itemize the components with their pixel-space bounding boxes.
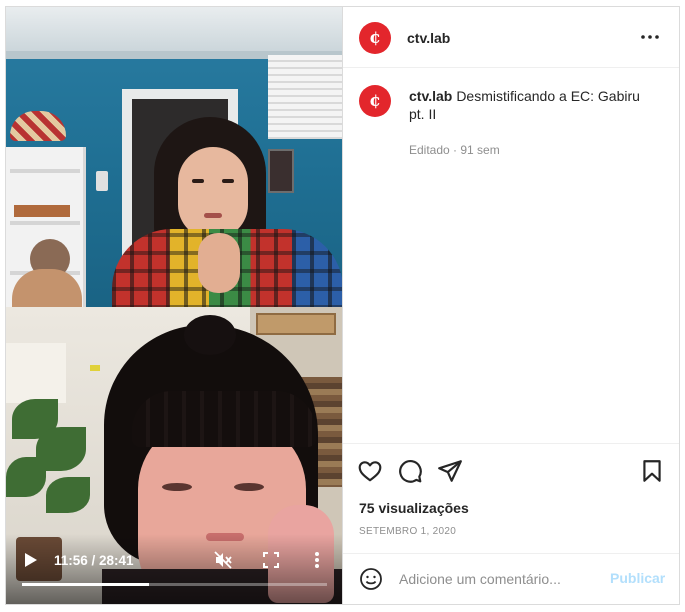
instagram-post: 11:56 / 28:41 ¢ ctv.lab ¢ ctv.lab Desmis… (5, 6, 680, 605)
comment-bar: Publicar (343, 553, 679, 604)
post-date: SETEMBRO 1, 2020 (359, 526, 457, 537)
caption-avatar-logo: ¢ (369, 90, 381, 111)
video-player[interactable]: 11:56 / 28:41 (6, 7, 343, 604)
caption-avatar[interactable]: ¢ (359, 85, 391, 117)
publish-button[interactable]: Publicar (610, 570, 665, 586)
video-time: 11:56 / 28:41 (54, 552, 134, 568)
header-username[interactable]: ctv.lab (407, 30, 450, 46)
heart-icon[interactable] (357, 458, 383, 484)
video-feed-top (6, 7, 342, 307)
comment-input[interactable] (399, 566, 599, 592)
more-horizontal-icon[interactable] (638, 27, 662, 47)
avatar-logo: ¢ (369, 27, 381, 48)
comment-bubble-icon[interactable] (397, 458, 423, 484)
caption-username[interactable]: ctv.lab (409, 88, 452, 104)
avatar[interactable]: ¢ (359, 22, 391, 54)
edited-timestamp: Editado · 91 sem (409, 143, 500, 157)
paper-plane-icon[interactable] (437, 458, 463, 484)
bookmark-icon[interactable] (639, 458, 665, 484)
video-progress-fill (22, 583, 149, 586)
more-vertical-icon[interactable] (306, 549, 328, 571)
emoji-icon[interactable] (359, 567, 385, 593)
caption-text: ctv.lab Desmistificando a EC: Gabiru pt. … (409, 87, 649, 123)
video-controls: 11:56 / 28:41 (6, 541, 342, 581)
view-count[interactable]: 75 visualizações (359, 500, 469, 516)
post-details: ¢ ctv.lab ¢ ctv.lab Desmistificando a EC:… (343, 7, 679, 604)
volume-muted-icon[interactable] (212, 549, 234, 571)
play-icon[interactable] (22, 551, 40, 569)
fullscreen-icon[interactable] (260, 549, 282, 571)
post-header: ¢ ctv.lab (343, 7, 679, 68)
action-bar (343, 443, 679, 497)
video-progress-bar[interactable] (22, 583, 327, 586)
